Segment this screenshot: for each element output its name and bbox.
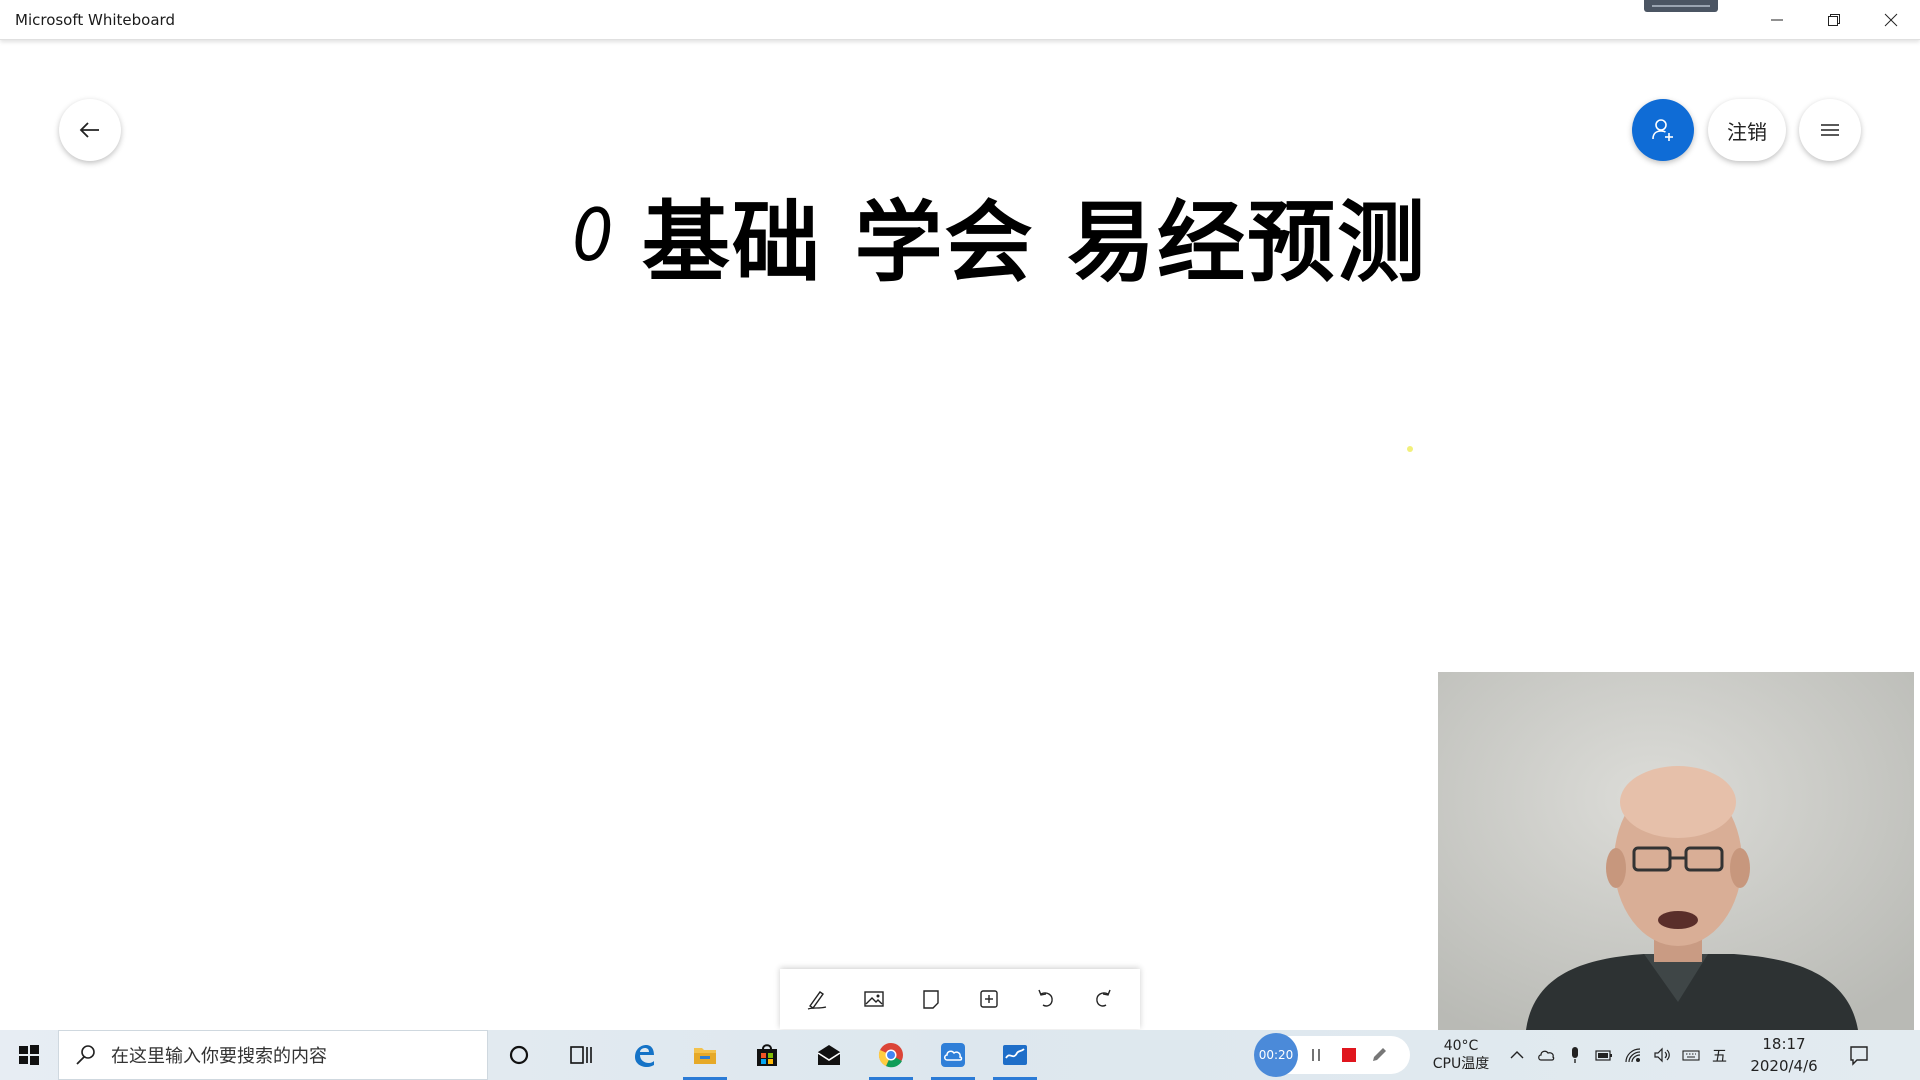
screen-recorder-widget: 00:20 [1254, 1033, 1410, 1077]
cpu-temperature[interactable]: 40°C CPU温度 [1420, 1037, 1502, 1073]
action-center-button[interactable] [1834, 1030, 1884, 1080]
search-icon [76, 1045, 95, 1065]
sticky-note-icon [923, 990, 940, 1009]
task-view-button[interactable] [550, 1030, 612, 1080]
sticky-note-tool-button[interactable] [909, 977, 953, 1021]
task-view-icon [570, 1046, 592, 1064]
chevron-up-icon [1510, 1051, 1523, 1059]
invite-button[interactable] [1632, 99, 1694, 161]
microphone-icon [1571, 1047, 1578, 1063]
store-icon [757, 1044, 777, 1066]
store-button[interactable] [736, 1030, 798, 1080]
volume-tray-button[interactable] [1647, 1030, 1676, 1080]
wifi-icon [1624, 1048, 1640, 1063]
insert-icon [979, 990, 998, 1008]
volume-icon [1653, 1047, 1670, 1063]
pen-tool-button[interactable] [795, 977, 839, 1021]
person-add-icon [1652, 119, 1673, 141]
start-button[interactable] [0, 1030, 58, 1080]
pause-recording-button[interactable] [1298, 1030, 1334, 1080]
undo-icon [1038, 989, 1053, 1007]
input-method-indicator[interactable]: 五 [1705, 1030, 1734, 1080]
cloud-app-button[interactable] [922, 1030, 984, 1080]
presenter-video [1438, 672, 1914, 1030]
whiteboard-title[interactable]: 0 基础 学会 易经预测 [570, 160, 1427, 310]
minimize-icon [1770, 19, 1783, 21]
edge-icon [635, 1045, 654, 1067]
stop-icon [1342, 1048, 1356, 1062]
mail-button[interactable] [798, 1030, 860, 1080]
stop-recording-button[interactable] [1334, 1030, 1364, 1080]
image-icon [864, 991, 884, 1007]
title-text: 基础 学会 易经预测 [641, 190, 1428, 294]
title-digit: 0 [572, 193, 614, 277]
microphone-tray-button[interactable] [1560, 1030, 1589, 1080]
pause-icon [1312, 1049, 1320, 1061]
pen-icon [807, 991, 826, 1010]
whiteboard-app-button[interactable] [984, 1030, 1046, 1080]
battery-icon [1594, 1050, 1612, 1061]
keyboard-tray-button[interactable] [1676, 1030, 1705, 1080]
hamburger-menu-icon [1821, 124, 1839, 136]
annotate-button[interactable] [1364, 1030, 1394, 1080]
cloud-icon [1537, 1050, 1554, 1061]
system-tray: 40°C CPU温度 五 18:17 2020/4/6 [1420, 1030, 1884, 1080]
app-title: Microsoft Whiteboard [15, 11, 175, 29]
window-drag-handle[interactable] [1644, 0, 1718, 12]
title-bar: Microsoft Whiteboard [0, 0, 1920, 40]
file-explorer-button[interactable] [674, 1030, 736, 1080]
keyboard-icon [1681, 1050, 1700, 1061]
cpu-temp-label: CPU温度 [1432, 1056, 1490, 1072]
taskbar-search[interactable]: 在这里输入你要搜索的内容 [58, 1030, 488, 1080]
recording-timer[interactable]: 00:20 [1254, 1033, 1298, 1077]
chrome-button[interactable] [860, 1030, 922, 1080]
cpu-temp-value: 40°C [1443, 1038, 1479, 1054]
webcam-overlay [1438, 672, 1914, 1030]
ink-dot [1407, 446, 1413, 452]
pencil-icon [1373, 1048, 1386, 1061]
redo-button[interactable] [1081, 977, 1125, 1021]
minimize-button[interactable] [1748, 0, 1805, 40]
file-explorer-icon [694, 1048, 716, 1064]
notification-icon [1850, 1046, 1868, 1066]
edge-button[interactable] [612, 1030, 674, 1080]
onedrive-tray-button[interactable] [1531, 1030, 1560, 1080]
clock[interactable]: 18:17 2020/4/6 [1734, 1033, 1834, 1077]
insert-tool-button[interactable] [967, 977, 1011, 1021]
cloud-app-icon [941, 1043, 965, 1067]
mail-icon [817, 1045, 841, 1065]
restore-button[interactable] [1805, 0, 1862, 40]
image-tool-button[interactable] [852, 977, 896, 1021]
chrome-icon [878, 1043, 903, 1068]
search-placeholder: 在这里输入你要搜索的内容 [111, 1046, 327, 1067]
redo-icon [1096, 989, 1111, 1007]
whiteboard-icon [1003, 1045, 1027, 1065]
back-button[interactable] [59, 99, 121, 161]
clock-time: 18:17 [1762, 1035, 1806, 1053]
menu-button[interactable] [1799, 99, 1861, 161]
whiteboard-toolbar [780, 969, 1140, 1029]
network-tray-button[interactable] [1618, 1030, 1647, 1080]
cortana-icon [509, 1045, 529, 1065]
show-hidden-icons-button[interactable] [1502, 1030, 1531, 1080]
sign-out-button[interactable]: 注销 [1708, 99, 1786, 161]
close-icon [1884, 13, 1897, 27]
battery-tray-button[interactable] [1589, 1030, 1618, 1080]
cortana-button[interactable] [488, 1030, 550, 1080]
windows-logo-icon [19, 1045, 39, 1065]
undo-button[interactable] [1024, 977, 1068, 1021]
clock-date: 2020/4/6 [1750, 1057, 1818, 1075]
close-button[interactable] [1862, 0, 1919, 40]
arrow-left-icon [79, 122, 99, 138]
restore-icon [1827, 14, 1840, 26]
